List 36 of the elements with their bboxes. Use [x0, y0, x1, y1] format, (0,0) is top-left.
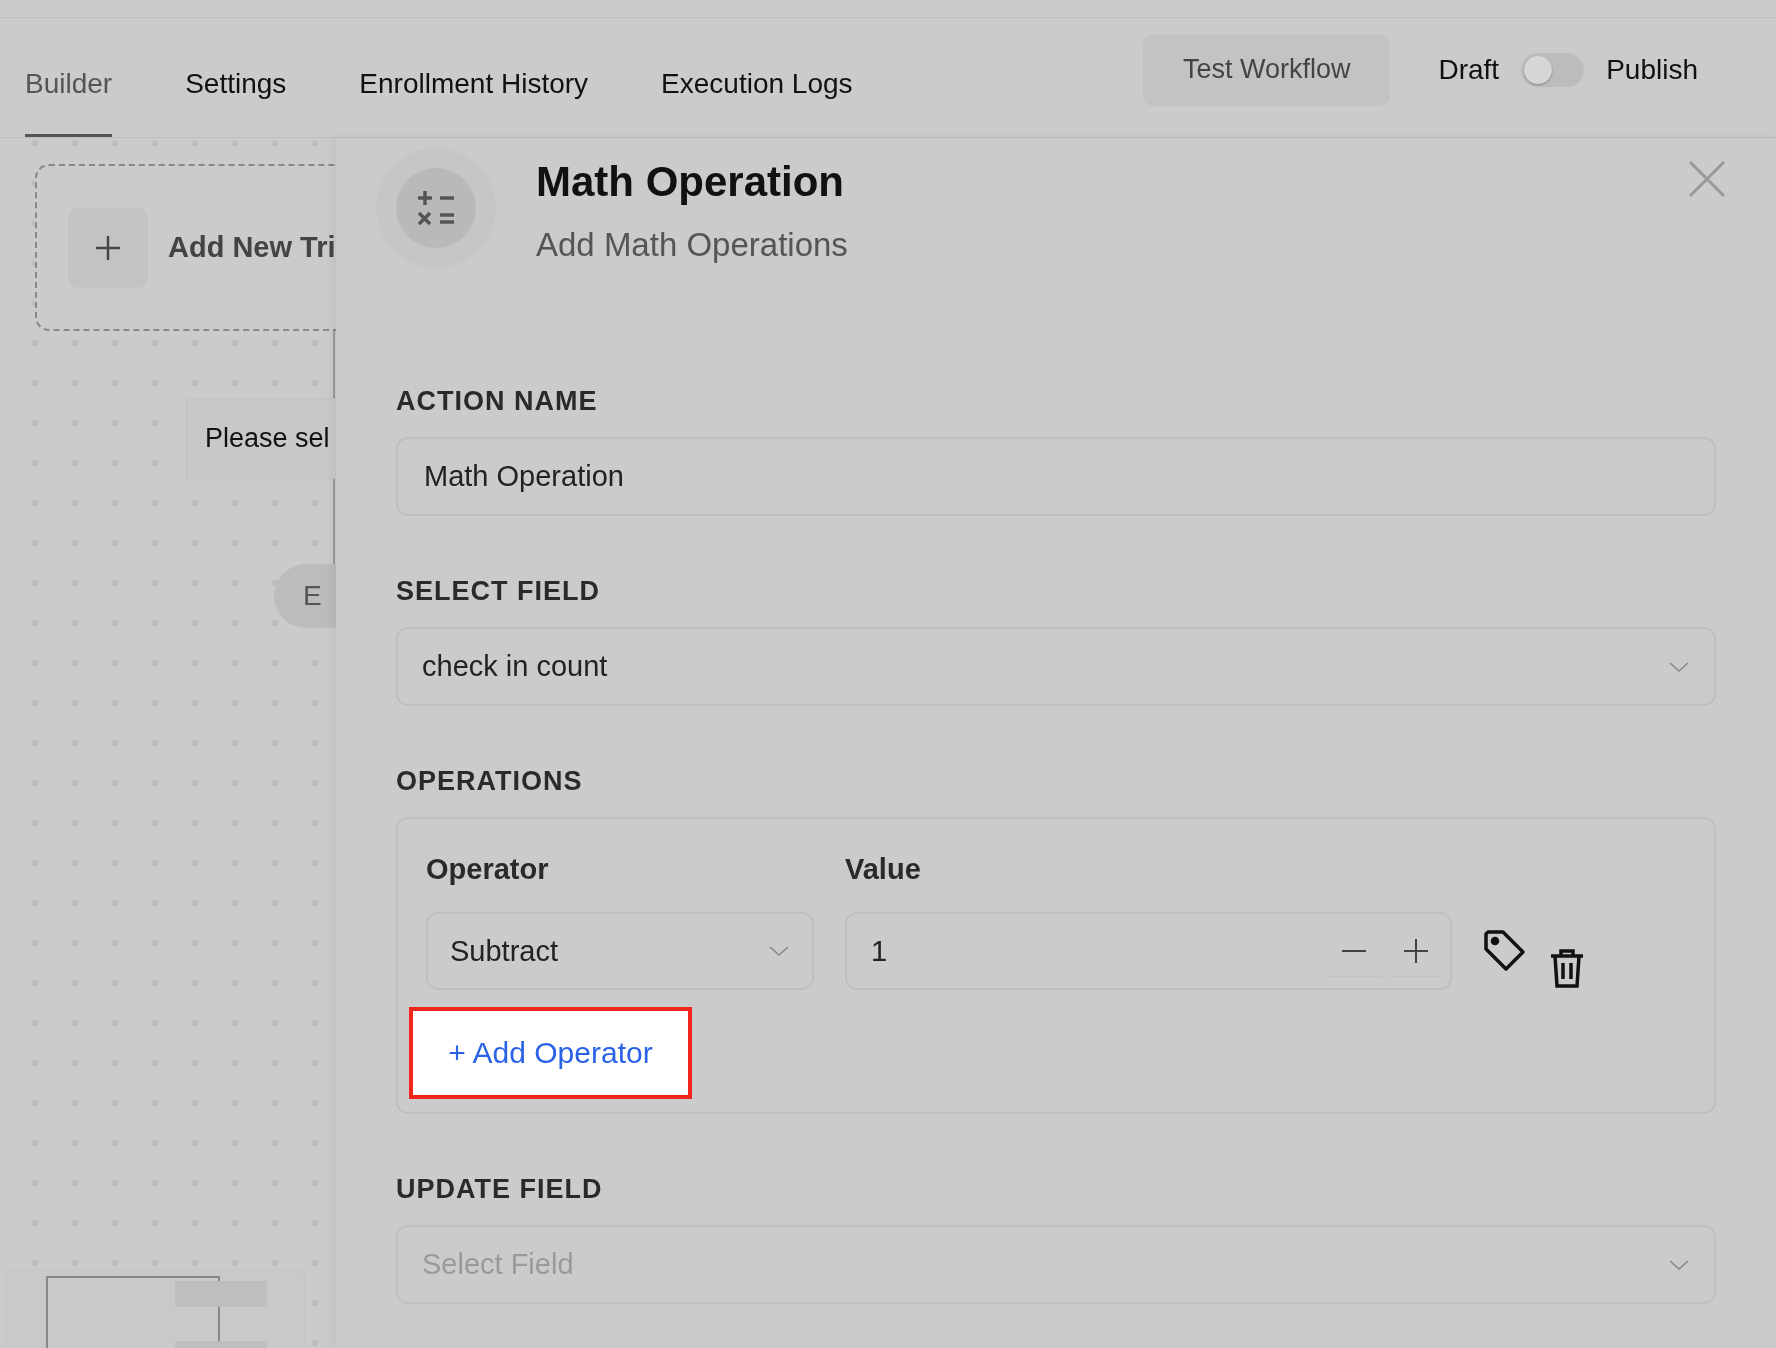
tab[interactable]: Enrollment History	[359, 18, 589, 137]
trigger-label: Add New Tri	[168, 231, 336, 264]
toggle-label: Draft	[1438, 53, 1500, 86]
minus-icon	[1342, 948, 1366, 953]
trigger-card[interactable]: Add New Tri	[35, 164, 336, 331]
chevron-down-icon	[1668, 1258, 1690, 1271]
add-button[interactable]	[68, 207, 148, 288]
tag-icon[interactable]	[1483, 929, 1527, 973]
tab[interactable]: Settings	[185, 18, 287, 137]
end-node: E	[274, 564, 336, 628]
operator-dropdown[interactable]: Subtract	[426, 912, 814, 990]
column-header: Value	[845, 853, 921, 886]
add-operator-button[interactable]: + Add Operator	[409, 1007, 692, 1099]
chevron-down-icon	[768, 945, 790, 957]
field-label: UPDATE FIELD	[396, 1174, 604, 1205]
trash-icon[interactable]	[1549, 948, 1585, 988]
field-label: OPERATIONS	[396, 766, 584, 797]
plus-icon	[95, 234, 121, 261]
minimap-drawing[interactable]	[5, 1269, 305, 1348]
field-label: SELECT FIELD	[396, 576, 601, 607]
tab[interactable]: Execution Logs	[661, 18, 853, 137]
action-name-field[interactable]: Math Operation	[396, 437, 1716, 516]
math-operators-icon	[416, 188, 456, 228]
placeholder-node[interactable]: Please sel	[186, 398, 336, 479]
field-label: ACTION NAME	[396, 386, 599, 417]
publish-toggle[interactable]	[1521, 52, 1585, 87]
toggle-label: Publish	[1606, 53, 1698, 86]
source-field-dropdown[interactable]: check in count	[396, 627, 1716, 706]
panel-subtitle: Add Math Operations	[536, 226, 848, 264]
plus-icon	[1404, 938, 1428, 963]
chevron-down-icon	[1668, 660, 1690, 673]
value-field[interactable]: 1	[845, 912, 1452, 990]
test-workflow-button[interactable]: Test Workflow	[1142, 33, 1391, 106]
panel-title: Math Operation	[536, 158, 845, 206]
column-header: Operator	[426, 853, 550, 886]
tab[interactable]: Builder	[25, 18, 113, 137]
